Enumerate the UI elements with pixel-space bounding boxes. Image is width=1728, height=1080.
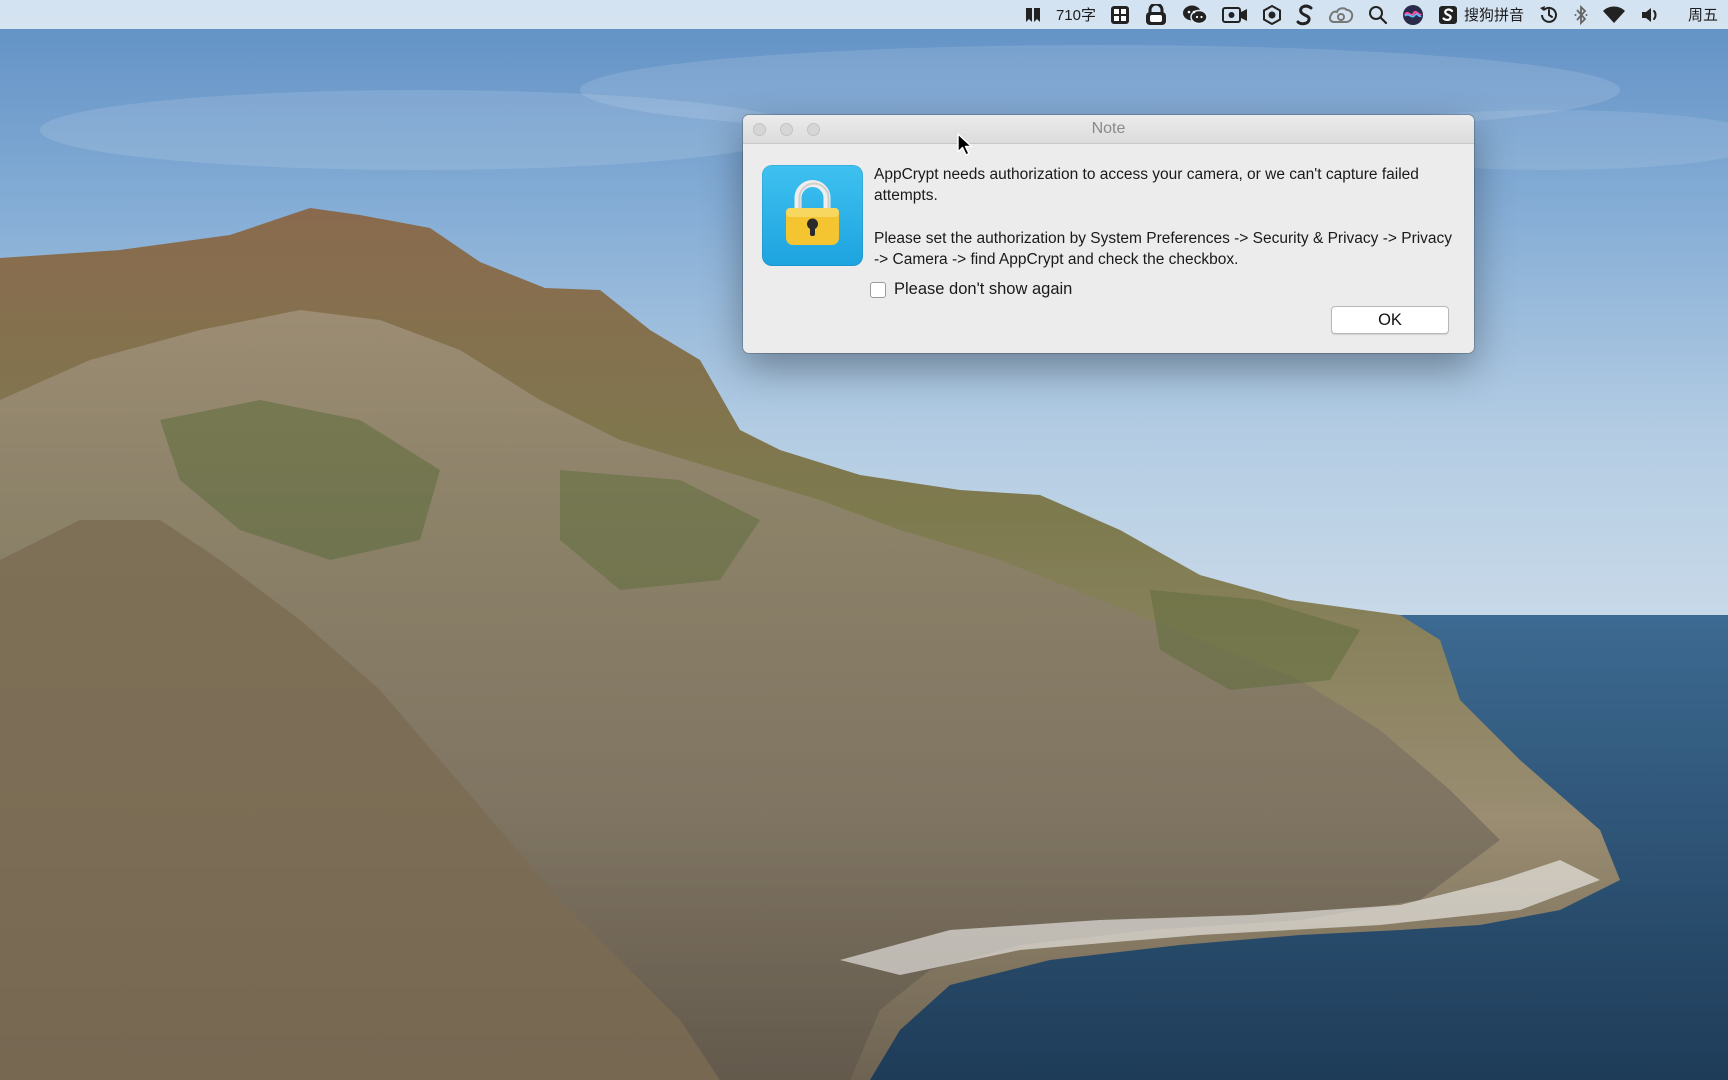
dont-show-again-label: Please don't show again [894,280,1073,298]
note-dialog: Note AppCrypt needs authorization to acc… [743,115,1474,353]
wifi-icon[interactable] [1602,0,1626,29]
bookmark-icon[interactable] [1024,0,1042,29]
screen-record-icon[interactable] [1221,0,1248,29]
dialog-title: Note [1091,120,1126,137]
mouse-cursor-icon [957,133,973,156]
minimize-window-button[interactable] [780,123,793,136]
zoom-window-button[interactable] [807,123,820,136]
menubar-day[interactable]: 周五 [1688,0,1718,29]
dialog-message-camera-auth: AppCrypt needs authorization to access y… [874,166,1419,204]
volume-icon[interactable] [1640,0,1662,29]
search-icon[interactable] [1368,0,1388,29]
siri-icon[interactable] [1402,0,1424,29]
hexagon-app-icon[interactable] [1262,0,1282,29]
dont-show-again-option[interactable]: Please don't show again [870,280,1072,299]
dont-show-again-checkbox[interactable] [870,281,886,298]
appcrypt-lock-icon[interactable] [1144,0,1168,29]
sogou-input-icon[interactable] [1438,0,1458,29]
close-window-button[interactable] [753,123,766,136]
desktop: 710字 搜狗拼音 周五 Note AppCrypt needs authori… [0,0,1728,1080]
creative-cloud-icon[interactable] [1328,0,1354,29]
time-machine-icon[interactable] [1538,0,1560,29]
input-method-label[interactable]: 搜狗拼音 [1464,0,1524,29]
dialog-message-instructions: Please set the authorization by System P… [874,230,1453,268]
bluetooth-icon[interactable] [1574,0,1588,29]
word-count-status[interactable]: 710字 [1056,0,1096,29]
menu-bar: 710字 搜狗拼音 周五 [0,0,1728,29]
ok-button[interactable]: OK [1331,306,1449,334]
script-s-icon[interactable] [1296,0,1314,29]
dialog-titlebar[interactable]: Note [743,115,1474,144]
padlock-icon [762,165,863,266]
wechat-icon[interactable] [1182,0,1208,29]
grid-app-icon[interactable] [1110,0,1130,29]
